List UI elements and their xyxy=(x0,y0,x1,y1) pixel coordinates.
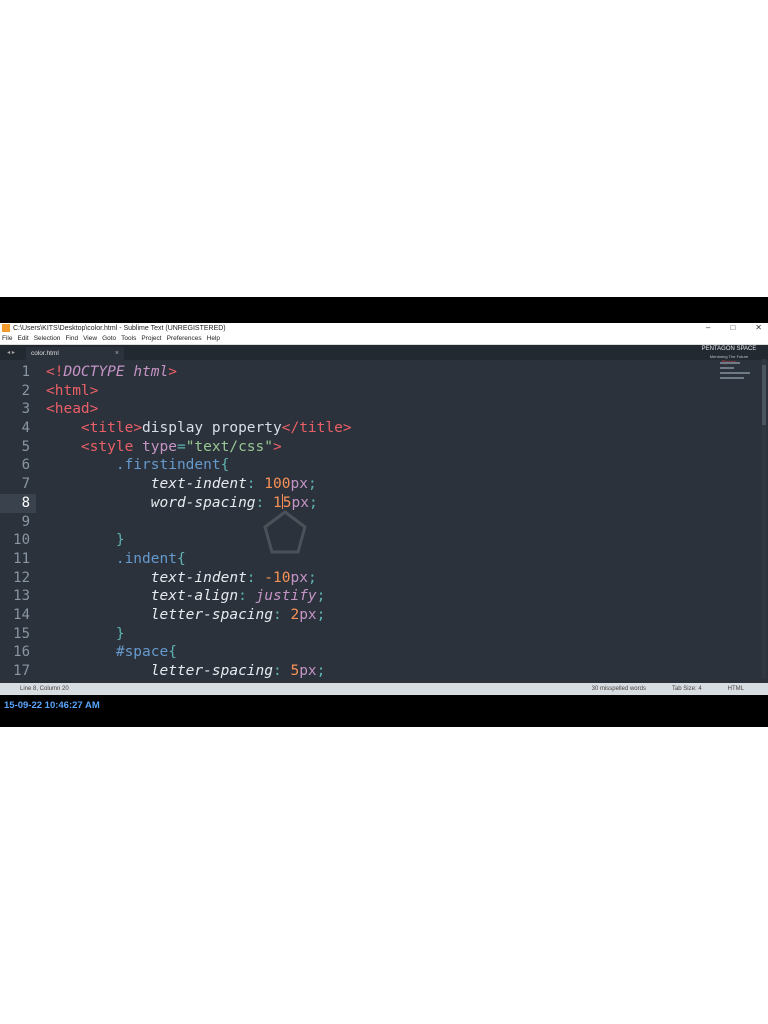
line-number: 2 xyxy=(21,382,30,399)
cursor-position[interactable]: Line 8, Column 20 xyxy=(20,686,69,692)
window-controls: – □ ✕ xyxy=(706,323,762,332)
spellcheck-status[interactable]: 30 misspelled words xyxy=(592,686,646,692)
code-line[interactable]: } xyxy=(46,531,754,550)
code-line[interactable]: <head> xyxy=(46,400,754,419)
line-number: 11 xyxy=(13,550,30,567)
sublime-text-window: C:\Users\KITS\Desktop\color.html - Subli… xyxy=(0,323,768,695)
code-line[interactable]: <title>display property</title> xyxy=(46,419,754,438)
video-timestamp: 15-09-22 10:46:27 AM xyxy=(4,700,100,711)
code-line[interactable]: <!DOCTYPE html> xyxy=(46,363,754,382)
sublime-app-icon xyxy=(2,324,10,332)
line-number: 14 xyxy=(13,606,30,623)
line-number: 7 xyxy=(21,476,30,493)
line-number: 1 xyxy=(21,364,30,380)
menu-selection[interactable]: Selection xyxy=(34,335,61,342)
line-number: 4 xyxy=(21,420,30,437)
code-line[interactable]: <html> xyxy=(46,382,754,401)
line-number: 17 xyxy=(13,663,30,679)
menu-project[interactable]: Project xyxy=(141,335,161,342)
menu-preferences[interactable]: Preferences xyxy=(167,335,202,342)
minimize-icon[interactable]: – xyxy=(706,323,710,332)
line-number: 16 xyxy=(13,644,30,661)
line-number-active: 8 xyxy=(0,493,36,513)
line-number: 13 xyxy=(13,588,30,605)
minimap[interactable] xyxy=(718,359,758,399)
menu-view[interactable]: View xyxy=(83,335,97,342)
line-number: 9 xyxy=(21,513,30,530)
code-line[interactable]: #space{ xyxy=(46,643,754,662)
menu-edit[interactable]: Edit xyxy=(17,335,28,342)
code-line[interactable]: text-indent: 100px; xyxy=(46,475,754,494)
code-editor[interactable]: 1 2 3 4 5 6 7 8 9 10 11 12 13 14 15 16 1… xyxy=(0,359,768,681)
code-line[interactable]: word-spacing: 15px; xyxy=(46,493,754,513)
line-number: 10 xyxy=(13,532,30,549)
status-bar: Line 8, Column 20 30 misspelled words Ta… xyxy=(0,683,768,695)
code-line[interactable]: letter-spacing: 5px; xyxy=(46,662,754,681)
tab-nav-arrows-icon[interactable]: ◂ ▸ xyxy=(0,345,22,360)
code-line[interactable]: text-indent: -10px; xyxy=(46,569,754,588)
line-number-gutter: 1 2 3 4 5 6 7 8 9 10 11 12 13 14 15 16 1… xyxy=(0,363,36,681)
menu-help[interactable]: Help xyxy=(207,335,220,342)
tab-close-icon[interactable]: × xyxy=(115,350,119,357)
code-line[interactable]: ​ xyxy=(46,513,754,532)
line-number: 3 xyxy=(21,401,30,418)
tab-bar: ◂ ▸ color.html × PENTAGON SPACE Mentorin… xyxy=(0,345,768,366)
code-content[interactable]: <!DOCTYPE html> <html> <head> <title>displ… xyxy=(46,363,754,681)
menu-file[interactable]: File xyxy=(2,335,12,342)
code-line[interactable]: letter-spacing: 2px; xyxy=(46,606,754,625)
scrollbar-thumb[interactable] xyxy=(762,365,766,425)
tab-size-status[interactable]: Tab Size: 4 xyxy=(672,686,702,692)
watermark-logo-icon xyxy=(263,510,307,554)
code-line[interactable]: text-align: justify; xyxy=(46,587,754,606)
menu-bar: File Edit Selection Find View Goto Tools… xyxy=(0,333,768,345)
tab-label: color.html xyxy=(31,350,59,357)
window-title: C:\Users\KITS\Desktop\color.html - Subli… xyxy=(13,324,226,332)
code-line[interactable]: } xyxy=(46,625,754,644)
video-frame: C:\Users\KITS\Desktop\color.html - Subli… xyxy=(0,297,768,727)
code-line[interactable]: .indent{ xyxy=(46,550,754,569)
line-number: 12 xyxy=(13,569,30,586)
syntax-status[interactable]: HTML xyxy=(728,686,744,692)
line-number: 5 xyxy=(21,438,30,455)
code-line[interactable]: <style type="text/css"> xyxy=(46,438,754,457)
close-icon[interactable]: ✕ xyxy=(755,323,762,332)
brand-name: PENTAGON SPACE xyxy=(701,346,757,352)
code-line[interactable]: .firstindent{ xyxy=(46,456,754,475)
menu-goto[interactable]: Goto xyxy=(102,335,116,342)
line-number: 6 xyxy=(21,457,30,474)
title-bar: C:\Users\KITS\Desktop\color.html - Subli… xyxy=(0,323,768,333)
menu-find[interactable]: Find xyxy=(65,335,78,342)
line-number: 15 xyxy=(13,625,30,642)
maximize-icon[interactable]: □ xyxy=(730,323,735,332)
menu-tools[interactable]: Tools xyxy=(121,335,136,342)
